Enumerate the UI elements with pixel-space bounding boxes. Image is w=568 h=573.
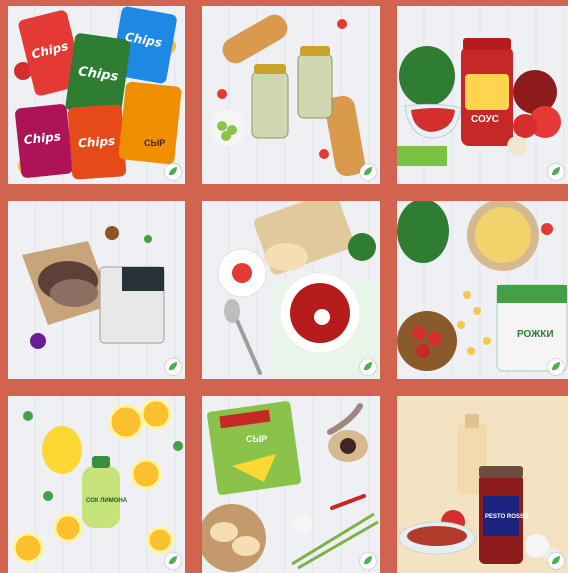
product-gallery-grid: Chips Chips Chips Chips Chips СЫР СОУС Р… (0, 0, 568, 573)
pasta-illustration: РОЖКИ (397, 201, 568, 372)
leaf-badge-icon (165, 164, 181, 180)
leaf-badge-icon (360, 164, 376, 180)
tile-meat[interactable] (8, 201, 185, 379)
cheese-illustration: СЫР (202, 401, 379, 572)
lemon-juice-illustration: СОК ЛИМОНА (12, 398, 183, 564)
leaf-badge-icon (165, 359, 181, 375)
leaf-badge-icon (548, 359, 564, 375)
tile-cheese[interactable]: СЫР (202, 396, 380, 573)
leaf-badge-icon (548, 164, 564, 180)
chips-flavor-label: СЫР (144, 138, 165, 148)
chips-illustration: Chips Chips Chips Chips Chips СЫР (14, 6, 182, 180)
tile-borscht[interactable] (202, 201, 380, 379)
borscht-illustration (217, 201, 378, 377)
tile-pesto[interactable]: PESTO ROSSO (397, 396, 568, 573)
sauce-illustration: СОУС (397, 38, 561, 166)
sauce-jar-label: СОУС (471, 114, 499, 125)
tile-lemon-juice[interactable]: СОК ЛИМОНА (8, 396, 185, 573)
tile-sauce[interactable]: СОУС (397, 6, 568, 184)
leaf-badge-icon (360, 359, 376, 375)
leaf-badge-icon (548, 553, 564, 569)
leaf-badge-icon (165, 553, 181, 569)
tile-pasta[interactable]: РОЖКИ (397, 201, 568, 379)
leaf-badge-icon (360, 553, 376, 569)
cheese-pack-label: СЫР (246, 434, 267, 444)
olives-illustration (210, 14, 365, 177)
pasta-pack-label: РОЖКИ (517, 329, 554, 340)
tile-chips[interactable]: Chips Chips Chips Chips Chips СЫР (8, 6, 185, 184)
tile-olives[interactable] (202, 6, 380, 184)
pesto-jar-label: PESTO ROSSO (485, 514, 529, 520)
meat-illustration (22, 226, 165, 349)
pesto-illustration: PESTO ROSSO (398, 414, 561, 564)
lemon-juice-bottle-label: СОК ЛИМОНА (86, 498, 128, 504)
chips-brand-label-5: Chips (78, 134, 116, 151)
